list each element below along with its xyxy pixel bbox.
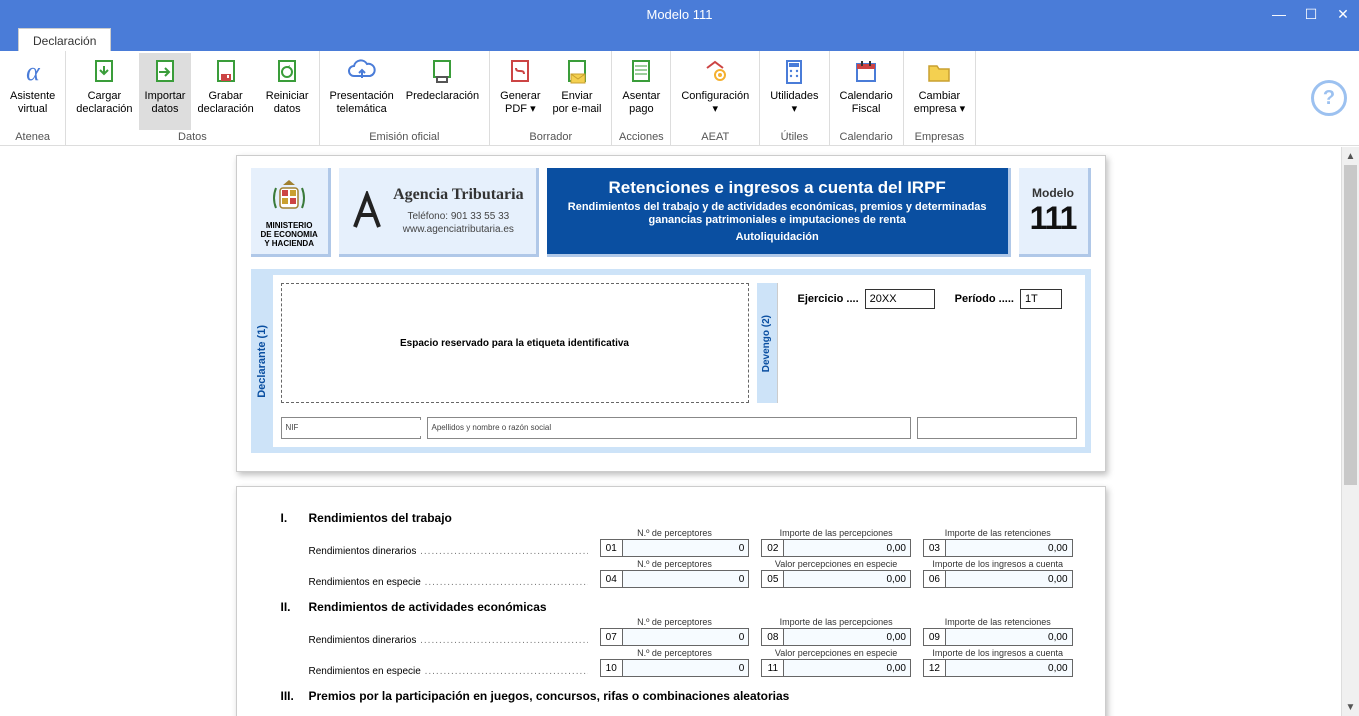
utilidades-button[interactable]: Utilidades ▾ xyxy=(764,53,824,130)
cloud-upload-icon xyxy=(346,56,378,88)
minimize-button[interactable]: — xyxy=(1263,0,1295,28)
cell-08[interactable]: 0,00 xyxy=(784,629,910,645)
group-label-aeat: AEAT xyxy=(675,130,755,145)
maximize-button[interactable]: ☐ xyxy=(1295,0,1327,28)
agencia-logo-icon xyxy=(351,191,383,231)
pdf-icon xyxy=(504,56,536,88)
group-label-empresas: Empresas xyxy=(908,130,971,145)
ribbon: α Asistente virtual Atenea Cargar declar… xyxy=(0,51,1359,146)
ministerio-box: MINISTERIO DE ECONOMIA Y HACIENDA xyxy=(251,168,331,257)
presentacion-telematica-button[interactable]: Presentación telemática xyxy=(324,53,400,130)
print-doc-icon xyxy=(426,56,458,88)
scroll-down-button[interactable]: ▼ xyxy=(1342,698,1359,716)
cell-06[interactable]: 0,00 xyxy=(946,571,1072,587)
load-doc-icon xyxy=(88,56,120,88)
cell-09[interactable]: 0,00 xyxy=(946,629,1072,645)
cell-02[interactable]: 0,00 xyxy=(784,540,910,556)
close-button[interactable]: ✕ xyxy=(1327,0,1359,28)
calendario-fiscal-button[interactable]: Calendario Fiscal xyxy=(834,53,899,130)
generar-pdf-button[interactable]: Generar PDF ▾ xyxy=(494,53,546,130)
gear-icon xyxy=(699,56,731,88)
reiniciar-datos-button[interactable]: Reiniciar datos xyxy=(260,53,315,130)
section-2-title: Rendimientos de actividades económicas xyxy=(309,600,547,614)
periodo-input[interactable] xyxy=(1020,289,1062,309)
razon-input[interactable] xyxy=(557,420,905,436)
etiqueta-placeholder: Espacio reservado para la etiqueta ident… xyxy=(281,283,749,403)
ejercicio-label: Ejercicio .... xyxy=(798,293,859,305)
section-3-title: Premios por la participación en juegos, … xyxy=(309,689,790,703)
declarante-section: Declarante (1) Espacio reservado para la… xyxy=(251,269,1091,453)
calculator-icon xyxy=(778,56,810,88)
escudo-icon xyxy=(268,174,310,218)
asistente-virtual-button[interactable]: α Asistente virtual xyxy=(4,53,61,130)
help-button[interactable]: ? xyxy=(1311,80,1347,116)
cell-12[interactable]: 0,00 xyxy=(946,660,1072,676)
workspace: MINISTERIO DE ECONOMIA Y HACIENDA Agenci… xyxy=(0,147,1359,716)
extra-input[interactable] xyxy=(918,418,1076,438)
ejercicio-input[interactable] xyxy=(865,289,935,309)
email-icon xyxy=(561,56,593,88)
row-01: Rendimientos dinerarios N.º de perceptor… xyxy=(281,528,1073,557)
form-page-header: MINISTERIO DE ECONOMIA Y HACIENDA Agenci… xyxy=(236,155,1106,472)
group-label-atenea: Atenea xyxy=(4,130,61,145)
folder-icon xyxy=(923,56,955,88)
declarante-tab-label: Declarante (1) xyxy=(256,325,268,398)
nif-input[interactable] xyxy=(298,420,430,436)
cell-01[interactable]: 0 xyxy=(623,540,749,556)
group-label-emision: Emisión oficial xyxy=(324,130,486,145)
cambiar-empresa-button[interactable]: Cambiar empresa ▾ xyxy=(908,53,971,130)
cell-11[interactable]: 0,00 xyxy=(784,660,910,676)
tab-declaracion[interactable]: Declaración xyxy=(18,28,111,52)
group-label-utiles: Útiles xyxy=(764,130,824,145)
scroll-track[interactable] xyxy=(1342,165,1359,698)
modelo-box: Modelo 111 xyxy=(1019,168,1091,257)
nif-label: NIF xyxy=(286,420,299,436)
devengo-tab-label: Devengo (2) xyxy=(761,315,772,372)
save-doc-icon xyxy=(210,56,242,88)
document-viewport: MINISTERIO DE ECONOMIA Y HACIENDA Agenci… xyxy=(0,147,1341,716)
cell-10[interactable]: 0 xyxy=(623,660,749,676)
importar-datos-button[interactable]: Importar datos xyxy=(139,53,192,130)
cell-05[interactable]: 0,00 xyxy=(784,571,910,587)
scroll-up-button[interactable]: ▲ xyxy=(1342,147,1359,165)
svg-text:α: α xyxy=(26,57,41,86)
pay-doc-icon xyxy=(625,56,657,88)
calendar-icon xyxy=(850,56,882,88)
row-10: Rendimientos en especie N.º de perceptor… xyxy=(281,648,1073,677)
periodo-label: Período ..... xyxy=(955,293,1014,305)
titlebar: Modelo 111 — ☐ ✕ xyxy=(0,0,1359,28)
group-label-acciones: Acciones xyxy=(616,130,666,145)
cell-03[interactable]: 0,00 xyxy=(946,540,1072,556)
form-page-body: I.Rendimientos del trabajo Rendimientos … xyxy=(236,486,1106,716)
enviar-email-button[interactable]: Enviar por e-mail xyxy=(547,53,608,130)
group-label-borrador: Borrador xyxy=(494,130,607,145)
alpha-icon: α xyxy=(17,56,49,88)
vertical-scrollbar[interactable]: ▲ ▼ xyxy=(1341,147,1359,716)
razon-label: Apellidos y nombre o razón social xyxy=(432,420,552,436)
asentar-pago-button[interactable]: Asentar pago xyxy=(616,53,666,130)
agencia-box: Agencia Tributaria Teléfono: 901 33 55 3… xyxy=(339,168,539,257)
import-icon xyxy=(149,56,181,88)
row-07: Rendimientos dinerarios N.º de perceptor… xyxy=(281,617,1073,646)
window-title: Modelo 111 xyxy=(646,7,712,22)
row-04: Rendimientos en especie N.º de perceptor… xyxy=(281,559,1073,588)
cargar-declaracion-button[interactable]: Cargar declaración xyxy=(70,53,138,130)
group-label-datos: Datos xyxy=(70,130,314,145)
reset-doc-icon xyxy=(271,56,303,88)
tab-row: Declaración xyxy=(0,28,1359,51)
scroll-thumb[interactable] xyxy=(1344,165,1357,485)
cell-07[interactable]: 0 xyxy=(623,629,749,645)
cell-04[interactable]: 0 xyxy=(623,571,749,587)
group-label-calendario: Calendario xyxy=(834,130,899,145)
section-1-title: Rendimientos del trabajo xyxy=(309,511,452,525)
title-blue-box: Retenciones e ingresos a cuenta del IRPF… xyxy=(547,168,1011,257)
predeclaracion-button[interactable]: Predeclaración xyxy=(400,53,485,130)
configuracion-button[interactable]: Configuración ▾ xyxy=(675,53,755,130)
grabar-declaracion-button[interactable]: Grabar declaración xyxy=(191,53,259,130)
